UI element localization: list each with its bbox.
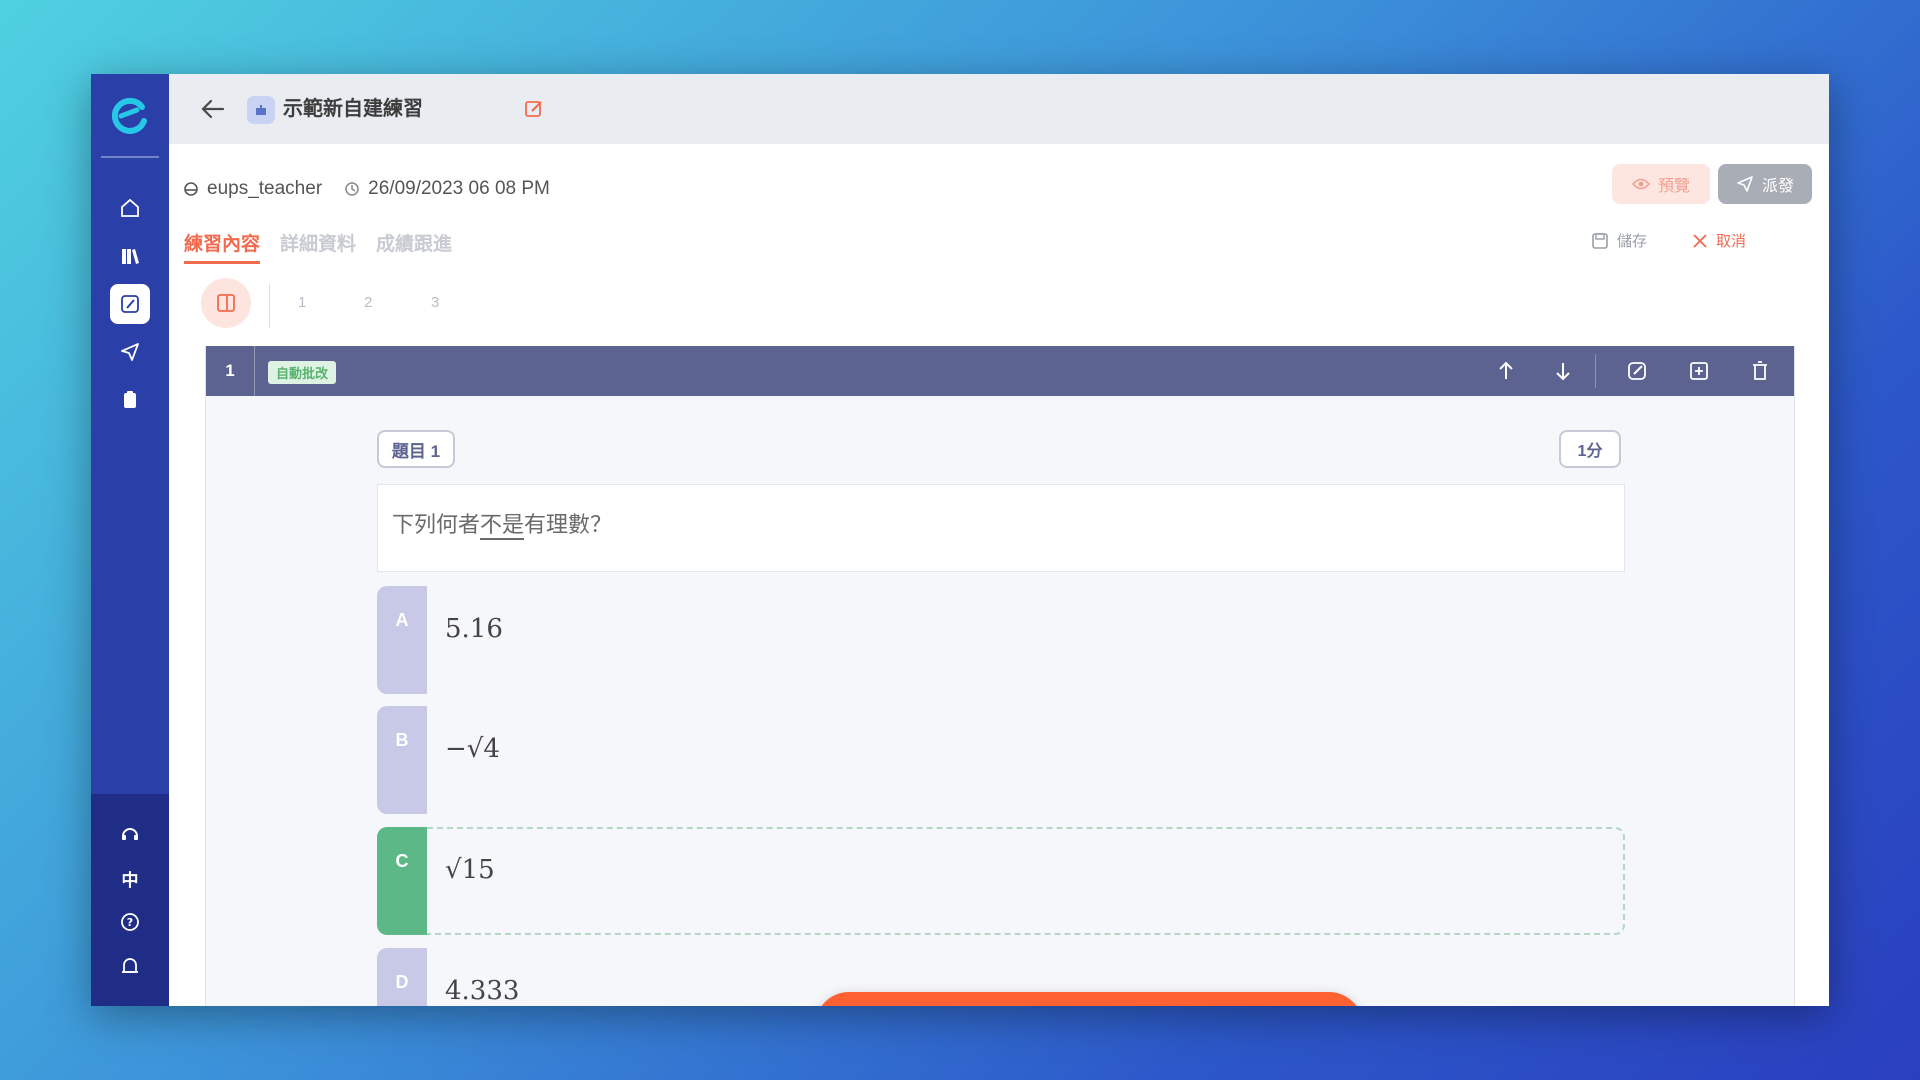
author-name: eups_teacher	[207, 178, 323, 199]
option-letter: A	[377, 586, 427, 694]
arrow-down-icon[interactable]	[1551, 359, 1575, 383]
question-label: 題目 1	[377, 430, 455, 468]
preview-label: 預覽	[1657, 178, 1690, 195]
sidebar-item-notifications[interactable]	[110, 946, 150, 986]
top-bar: 示範新自建練習	[169, 74, 1829, 144]
meta-row: eups_teacher 26/09/2023 06 08 PM	[183, 174, 550, 204]
svg-text:?: ?	[127, 916, 133, 929]
help-icon: ?	[121, 913, 139, 931]
option-c[interactable]: C √15	[377, 827, 1625, 935]
option-letter: B	[377, 706, 427, 814]
floating-toolbar	[815, 992, 1363, 1006]
sidebar-item-exercises[interactable]	[110, 284, 150, 324]
send-icon	[121, 343, 139, 361]
option-text: −√4	[445, 734, 500, 764]
option-letter: C	[377, 827, 427, 935]
question-nav-divider	[269, 284, 270, 328]
eye-icon	[1631, 178, 1650, 190]
save-label: 儲存	[1617, 233, 1648, 250]
question-number: 1	[206, 346, 255, 396]
question-text-emphasis: 不是	[480, 512, 525, 537]
page-title: 示範新自建練習	[283, 98, 423, 120]
app-window: 中 ? 示範新自建練習 eups_teacher 26/09/2023 06 0…	[91, 74, 1829, 1006]
option-text: 5.16	[445, 614, 503, 644]
question-text-before: 下列何者	[392, 512, 481, 537]
close-icon	[1693, 233, 1707, 248]
sidebar: 中 ?	[91, 74, 169, 1006]
sidebar-item-home[interactable]	[110, 188, 150, 228]
back-arrow-icon[interactable]	[199, 96, 227, 122]
save-icon	[1592, 232, 1608, 249]
question-card: 1 自動批改 題目 1 1分 下列何者不是有理數？ A 5.16 B −√4 C…	[205, 346, 1795, 1006]
sidebar-item-language[interactable]: 中	[110, 858, 150, 898]
tab-details[interactable]: 詳細資料	[280, 229, 356, 264]
tab-content[interactable]: 練習內容	[184, 229, 261, 264]
tab-bar: 練習內容 詳細資料 成績跟進	[184, 229, 452, 264]
home-icon	[121, 198, 139, 217]
edit-title-icon[interactable]	[523, 98, 545, 120]
tab-results[interactable]: 成績跟進	[376, 229, 452, 264]
duplicate-icon[interactable]	[1687, 359, 1711, 383]
sidebar-item-library[interactable]	[110, 236, 150, 276]
save-button[interactable]: 儲存	[1591, 230, 1647, 251]
question-text[interactable]: 下列何者不是有理數？	[377, 484, 1625, 572]
option-letter: D	[377, 948, 427, 1006]
user-icon	[184, 182, 198, 196]
edit-icon[interactable]	[1625, 359, 1649, 383]
sidebar-item-help[interactable]: ?	[110, 902, 150, 942]
trash-icon[interactable]	[1748, 359, 1772, 383]
arrow-up-icon[interactable]	[1494, 359, 1518, 383]
created-datetime: 26/09/2023 06 08 PM	[368, 178, 550, 199]
send-button[interactable]: 派發	[1718, 164, 1812, 204]
question-score[interactable]: 1分	[1559, 430, 1621, 468]
option-text: √15	[445, 855, 495, 885]
headset-icon	[122, 828, 138, 840]
exercise-type-icon	[247, 96, 275, 124]
sidebar-item-support[interactable]	[110, 814, 150, 854]
send-label: 派發	[1761, 178, 1794, 195]
puzzle-icon	[256, 105, 266, 115]
question-list-toggle[interactable]	[201, 278, 251, 328]
header-divider	[1595, 354, 1596, 388]
panel-icon	[217, 294, 235, 312]
bell-icon	[122, 958, 138, 973]
sidebar-item-assign[interactable]	[110, 332, 150, 372]
question-nav-item[interactable]: 3	[431, 294, 439, 311]
cancel-button[interactable]: 取消	[1692, 230, 1746, 251]
correct-option-outline	[427, 827, 1625, 935]
question-text-after: 有理數？	[524, 512, 613, 537]
sidebar-divider	[101, 156, 159, 158]
app-logo-icon[interactable]	[109, 94, 151, 136]
clipboard-icon	[124, 391, 136, 408]
books-icon	[122, 249, 139, 264]
option-text: 4.333	[445, 976, 520, 1006]
option-b[interactable]: B −√4	[377, 706, 1625, 814]
question-header: 1 自動批改	[206, 346, 1794, 396]
clock-icon	[345, 182, 359, 196]
language-label: 中	[121, 870, 139, 890]
sidebar-item-reports[interactable]	[110, 380, 150, 420]
cancel-label: 取消	[1716, 233, 1747, 250]
option-a[interactable]: A 5.16	[377, 586, 1625, 694]
question-nav-item[interactable]: 2	[364, 294, 372, 311]
preview-button[interactable]: 預覽	[1612, 164, 1710, 204]
auto-grading-badge: 自動批改	[268, 361, 337, 384]
send-icon	[1737, 176, 1753, 192]
edit-note-icon	[121, 295, 139, 313]
question-nav-item[interactable]: 1	[298, 294, 306, 311]
